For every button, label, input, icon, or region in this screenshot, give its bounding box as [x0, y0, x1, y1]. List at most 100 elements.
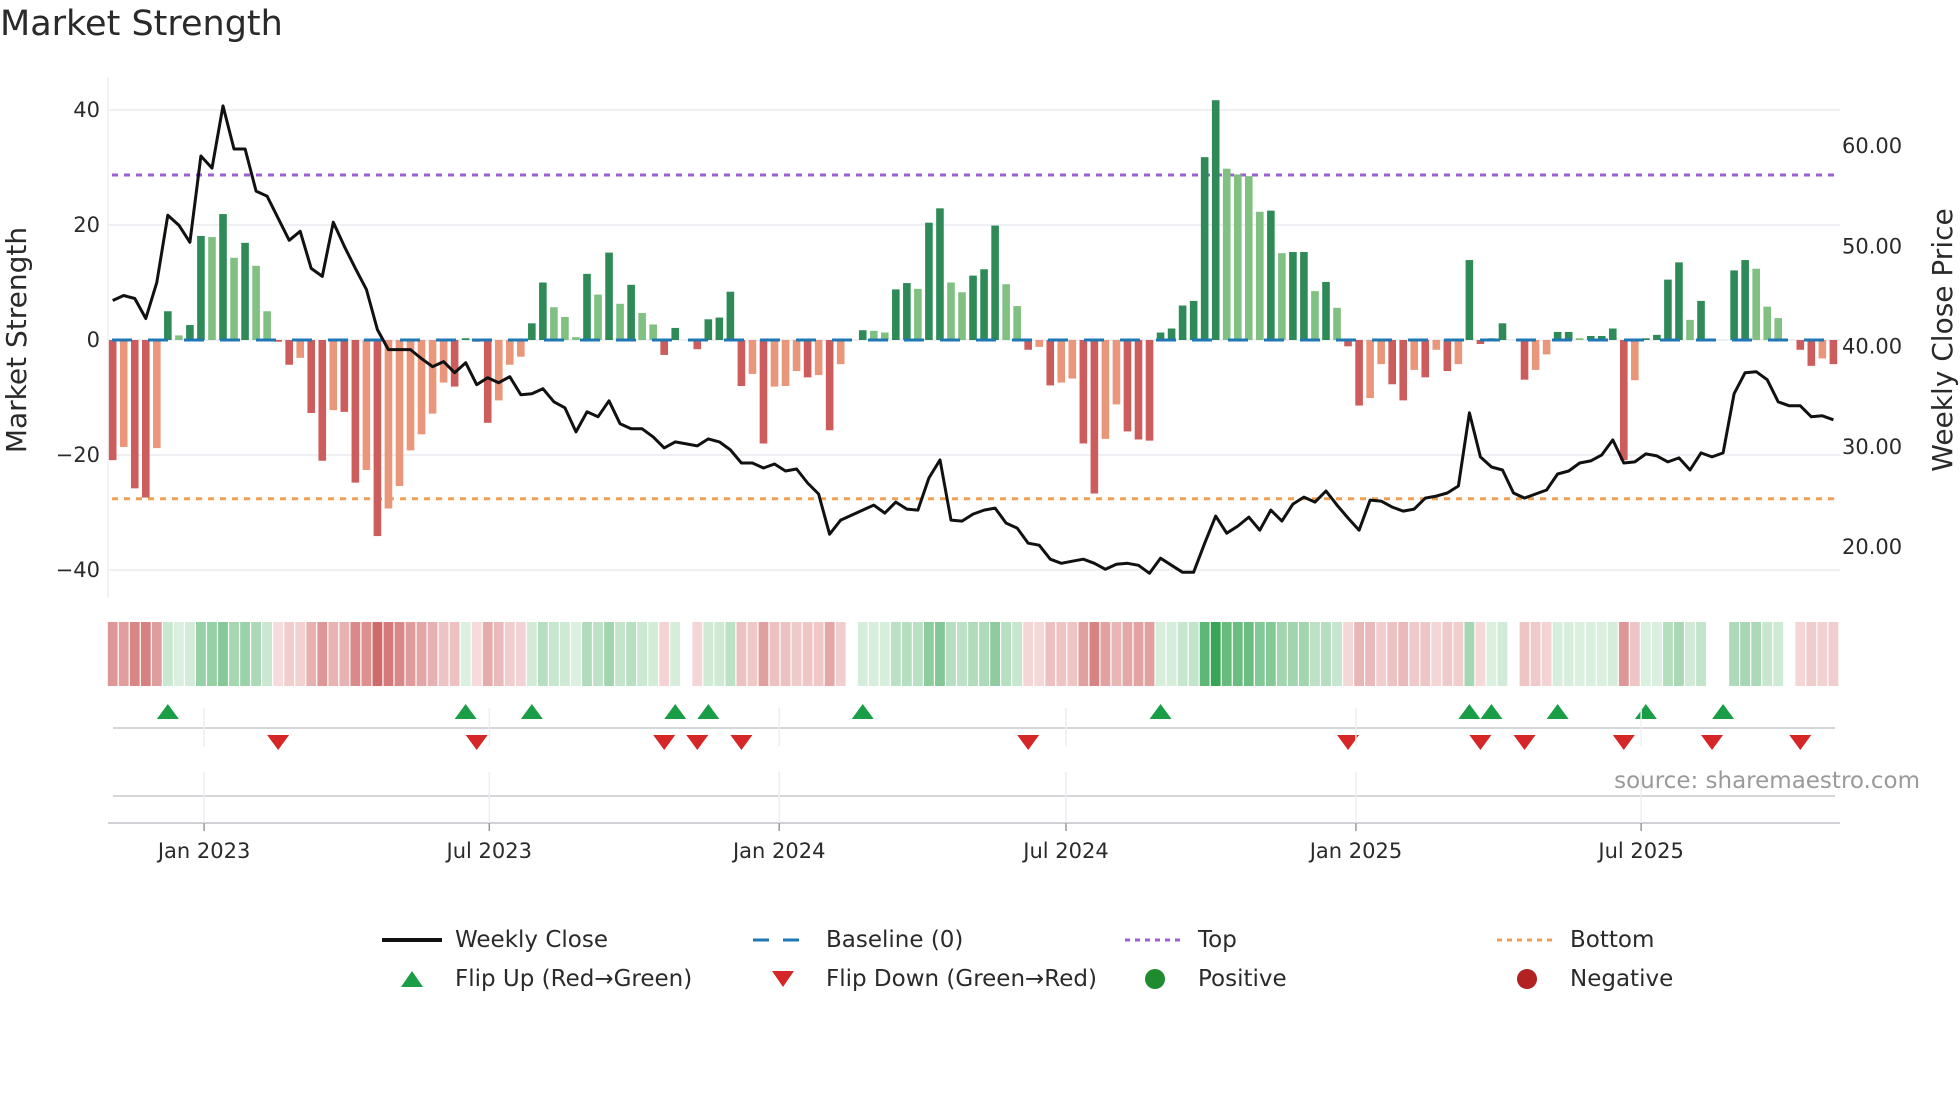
heat-cell: [1773, 622, 1784, 686]
heat-cell: [1100, 622, 1111, 686]
heat-cell: [593, 622, 603, 686]
bar-positive: [1289, 252, 1297, 340]
heat-cell: [1508, 622, 1519, 686]
legend-item-negative[interactable]: Negative: [1496, 964, 1673, 994]
bar-negative: [759, 340, 768, 444]
bar-negative: [803, 340, 812, 378]
flip-down-marker: [1612, 735, 1635, 750]
heat-cell: [251, 622, 261, 686]
heat-cell: [1365, 622, 1376, 686]
bar-positive: [1200, 157, 1209, 340]
heat-cell: [1111, 622, 1122, 686]
bar-negative: [483, 340, 492, 423]
heat-cell: [791, 622, 802, 686]
bar-negative: [1134, 340, 1143, 440]
legend-item-weekly-close[interactable]: Weekly Close: [381, 925, 608, 955]
legend-item-positive[interactable]: Positive: [1124, 964, 1287, 994]
x-tick-label: Jul 2025: [1596, 839, 1683, 863]
bar-positive: [1322, 281, 1330, 340]
bar-positive: [958, 292, 966, 340]
heat-cell: [670, 622, 681, 686]
bar-negative: [1796, 340, 1805, 350]
bar-negative: [1531, 340, 1540, 370]
heat-cell: [262, 622, 273, 686]
heat-cell: [924, 622, 934, 686]
bar-negative: [1112, 340, 1121, 405]
x-axis: Jan 2023 Jul 2023 Jan 2024 Jul 2024 Jan 2025…: [108, 708, 1840, 863]
bar-negative: [130, 340, 139, 489]
heat-cell: [1486, 622, 1497, 686]
legend-item-flip-up[interactable]: Flip Up (Red→Green): [381, 964, 692, 994]
heat-cell: [1585, 622, 1596, 686]
bar-negative: [660, 340, 668, 355]
flip-up-marker: [697, 704, 720, 719]
heat-cell: [295, 622, 306, 686]
heat-cell: [868, 622, 879, 686]
heat-cell: [979, 622, 989, 686]
heat-cell: [1497, 622, 1508, 686]
heat-cell: [1221, 622, 1232, 686]
legend-item-baseline[interactable]: Baseline (0): [752, 925, 963, 955]
bar-positive: [252, 265, 260, 340]
flip-down-marker: [465, 735, 488, 750]
bar-negative: [1079, 340, 1088, 444]
bar-positive: [1741, 260, 1749, 340]
legend-item-top[interactable]: Top: [1124, 925, 1237, 955]
heat-cell: [284, 622, 295, 686]
heat-cell: [196, 622, 206, 686]
bar-negative: [1145, 340, 1154, 441]
heat-cell: [968, 622, 978, 686]
bar-positive: [1002, 284, 1010, 340]
heat-cell: [1232, 622, 1243, 686]
heat-cell: [1640, 622, 1651, 686]
heat-cell: [207, 622, 217, 686]
heat-cell: [1674, 622, 1684, 686]
heat-cell: [637, 622, 648, 686]
flip-down-marker: [267, 735, 290, 750]
heat-cell: [240, 622, 250, 686]
heat-cell: [1817, 622, 1828, 686]
bar-positive: [925, 222, 933, 340]
bar-negative: [340, 340, 349, 412]
bar-negative: [1432, 340, 1441, 350]
bar-positive: [1465, 260, 1474, 340]
flip-down-marker: [1513, 735, 1536, 750]
heat-cell: [151, 622, 162, 686]
y-tick-label: −20: [56, 443, 100, 467]
heat-cell: [1618, 622, 1629, 686]
heat-cell: [1243, 622, 1254, 686]
heat-cell: [129, 622, 140, 686]
triangle-down-icon: [752, 964, 814, 994]
bar-positive: [616, 303, 624, 340]
heat-cell: [835, 622, 846, 686]
bar-negative: [318, 340, 327, 461]
y-axis-title: Market Strength: [0, 227, 33, 453]
bar-negative: [737, 340, 746, 386]
heat-cell: [317, 622, 328, 686]
heat-cell: [1034, 622, 1045, 686]
bar-negative: [141, 340, 150, 498]
x-tick-label: Jan 2025: [1308, 839, 1403, 863]
bar-negative: [417, 340, 426, 435]
heat-cell: [438, 622, 449, 686]
bar-negative: [1366, 340, 1374, 399]
heat-cell: [537, 622, 548, 686]
heat-cell: [747, 622, 758, 686]
bar-positive: [1256, 211, 1264, 340]
heat-cell: [394, 622, 405, 686]
bar-negative: [1090, 340, 1099, 494]
bar-negative: [362, 340, 371, 470]
bar-positive: [1311, 291, 1319, 340]
flip-up-marker: [851, 704, 874, 719]
bar-negative: [505, 340, 514, 365]
bar-negative: [395, 340, 404, 487]
bar-positive: [947, 282, 955, 340]
bar-negative: [307, 340, 316, 414]
heat-cell: [173, 622, 184, 686]
flip-up-marker: [454, 704, 477, 719]
flip-up-marker: [1712, 704, 1735, 719]
legend-item-bottom[interactable]: Bottom: [1496, 925, 1654, 955]
bar-negative: [119, 340, 128, 447]
legend-item-flip-down[interactable]: Flip Down (Green→Red): [752, 964, 1097, 994]
bar-positive: [991, 225, 999, 340]
